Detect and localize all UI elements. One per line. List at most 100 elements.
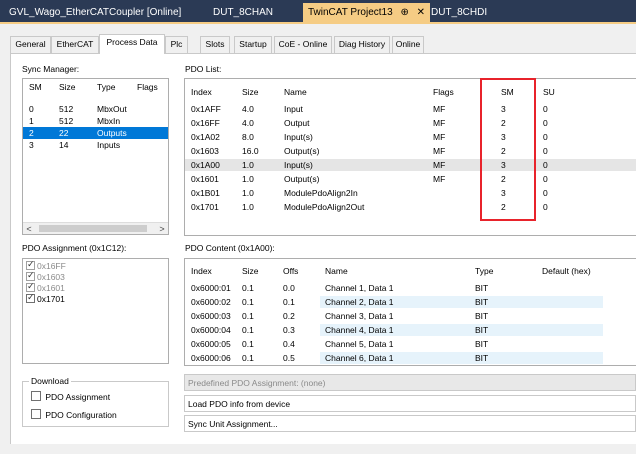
scroll-right-icon[interactable]: > [156,223,168,234]
sync-manager-row[interactable]: 3 14 Inputs [23,139,168,151]
sm-column-annotation-box [480,78,536,221]
size-cell: 4.0 [242,118,254,128]
pdo-row-highlighted[interactable]: 0x1A00 1.0 Input(s) MF 3 0 [185,159,636,171]
column-header-index[interactable]: Index [191,263,212,279]
predefined-pdo-assignment-dropdown[interactable]: Predefined PDO Assignment: (none) [184,374,636,391]
pdo-list[interactable]: Index Size Name Flags SM SU 0x1AFF 4.0 I… [184,78,636,236]
name-cell: Input(s) [284,132,313,142]
flags-cell: MF [433,174,446,184]
pdo-row[interactable]: 0x1B01 1.0 ModulePdoAlign2In 3 0 [185,187,636,199]
column-header-offs[interactable]: Offs [283,263,298,279]
flags-cell: MF [433,146,446,156]
checkbox-icon[interactable] [26,292,35,303]
size-cell: 22 [59,128,69,138]
download-option-label: PDO Configuration [45,410,117,420]
index-cell: 0x6000:01 [191,283,231,293]
close-icon[interactable]: ✕ [417,3,425,22]
name-cell: Channel 4, Data 1 [325,325,394,335]
column-header-type[interactable]: Type [475,263,493,279]
column-header-flags[interactable]: Flags [433,84,454,100]
offs-cell: 0.4 [283,339,295,349]
pdo-list-label: PDO List: [185,64,222,74]
pdo-assignment-item[interactable]: 0x1701 [26,292,65,305]
scrollbar-thumb[interactable] [39,225,147,232]
doc-tab-dut-8chdi[interactable]: DUT_8CHDI [426,3,492,22]
name-cell: Output [284,118,310,128]
sync-manager-row-selected[interactable]: 2 22 Outputs [23,127,168,139]
pdo-content-row[interactable]: 0x6000:04 0.1 0.3 Channel 4, Data 1 BIT [185,324,636,336]
pdo-assignment-item-label: 0x1603 [37,272,65,282]
su-cell: 0 [543,118,548,128]
pdo-row[interactable]: 0x16FF 4.0 Output MF 2 0 [185,117,636,129]
checkbox-icon[interactable] [31,409,41,419]
column-header-type[interactable]: Type [97,79,115,95]
pdo-row[interactable]: 0x1AFF 4.0 Input MF 3 0 [185,103,636,115]
column-header-index[interactable]: Index [191,84,212,100]
pdo-row[interactable]: 0x1601 1.0 Output(s) MF 2 0 [185,173,636,185]
sync-unit-assignment-button[interactable]: Sync Unit Assignment... [184,415,636,432]
pdo-content-row[interactable]: 0x6000:02 0.1 0.1 Channel 2, Data 1 BIT [185,296,636,308]
index-cell: 0x1A00 [191,160,220,170]
doc-tab-dut-8chan[interactable]: DUT_8CHAN [208,3,278,22]
su-cell: 0 [543,174,548,184]
su-cell: 0 [543,146,548,156]
tab-process-data[interactable]: Process Data [99,34,165,54]
tab-slots[interactable]: Slots [200,36,230,53]
tab-online[interactable]: Online [392,36,424,53]
column-header-size[interactable]: Size [59,79,76,95]
column-header-name[interactable]: Name [284,84,307,100]
tab-general[interactable]: General [10,36,51,53]
pdo-content-row[interactable]: 0x6000:01 0.1 0.0 Channel 1, Data 1 BIT [185,282,636,294]
flags-cell: MF [433,118,446,128]
pdo-assignment-item-label: 0x1701 [37,294,65,304]
index-cell: 0x1B01 [191,188,220,198]
size-cell: 0.1 [242,311,254,321]
tab-startup[interactable]: Startup [234,36,272,53]
tab-plc[interactable]: Plc [165,36,188,53]
column-header-size[interactable]: Size [242,84,259,100]
pdo-content-row[interactable]: 0x6000:05 0.1 0.4 Channel 5, Data 1 BIT [185,338,636,350]
checkbox-icon[interactable] [26,259,35,270]
index-cell: 0x1701 [191,202,219,212]
download-pdo-configuration-option[interactable]: PDO Configuration [31,409,117,420]
doc-tab-label: TwinCAT Project13 [308,7,393,18]
name-cell: Input(s) [284,160,313,170]
tab-coe-online[interactable]: CoE - Online [274,36,332,53]
checkbox-icon[interactable] [26,281,35,292]
pdo-content-row[interactable]: 0x6000:06 0.1 0.5 Channel 6, Data 1 BIT [185,352,636,364]
name-cell: Channel 1, Data 1 [325,283,394,293]
sync-manager-header: SM Size Type Flags [23,79,168,95]
index-cell: 0x1603 [191,146,219,156]
tab-diag-history[interactable]: Diag History [334,36,390,53]
pin-icon[interactable]: ⊕ [400,3,408,22]
column-header-name[interactable]: Name [325,263,348,279]
pdo-row[interactable]: 0x1701 1.0 ModulePdoAlign2Out 2 0 [185,201,636,213]
pdo-content-list[interactable]: Index Size Offs Name Type Default (hex) … [184,258,636,366]
pdo-list-header: Index Size Name Flags SM SU [185,84,636,100]
checkbox-icon[interactable] [31,391,41,401]
type-cell: BIT [475,311,489,321]
pdo-row[interactable]: 0x1A02 8.0 Input(s) MF 3 0 [185,131,636,143]
doc-tab-gvl[interactable]: GVL_Wago_EtherCATCoupler [Online] [4,3,186,22]
pdo-row[interactable]: 0x1603 16.0 Output(s) MF 2 0 [185,145,636,157]
column-header-size[interactable]: Size [242,263,259,279]
download-pdo-assignment-option[interactable]: PDO Assignment [31,391,110,402]
sync-manager-row[interactable]: 0 512 MbxOut [23,103,168,115]
horizontal-scrollbar[interactable]: < > [23,222,168,234]
doc-tab-twincat-project[interactable]: TwinCAT Project13 ⊕ ✕ [303,3,431,22]
su-cell: 0 [543,104,548,114]
column-header-sm[interactable]: SM [29,79,42,95]
size-cell: 1.0 [242,174,254,184]
pdo-content-row[interactable]: 0x6000:03 0.1 0.2 Channel 3, Data 1 BIT [185,310,636,322]
checkbox-icon[interactable] [26,270,35,281]
tab-ethercat[interactable]: EtherCAT [51,36,99,53]
scroll-left-icon[interactable]: < [23,223,35,234]
load-pdo-info-button[interactable]: Load PDO info from device [184,395,636,412]
pdo-assignment-list[interactable]: 0x16FF 0x1603 0x1601 0x1701 [22,258,169,364]
sync-manager-list[interactable]: SM Size Type Flags 0 512 MbxOut 1 512 Mb… [22,78,169,235]
sync-manager-row[interactable]: 1 512 MbxIn [23,115,168,127]
column-header-su[interactable]: SU [543,84,555,100]
column-header-flags[interactable]: Flags [137,79,158,95]
name-cell: Channel 3, Data 1 [325,311,394,321]
column-header-default[interactable]: Default (hex) [542,263,591,279]
